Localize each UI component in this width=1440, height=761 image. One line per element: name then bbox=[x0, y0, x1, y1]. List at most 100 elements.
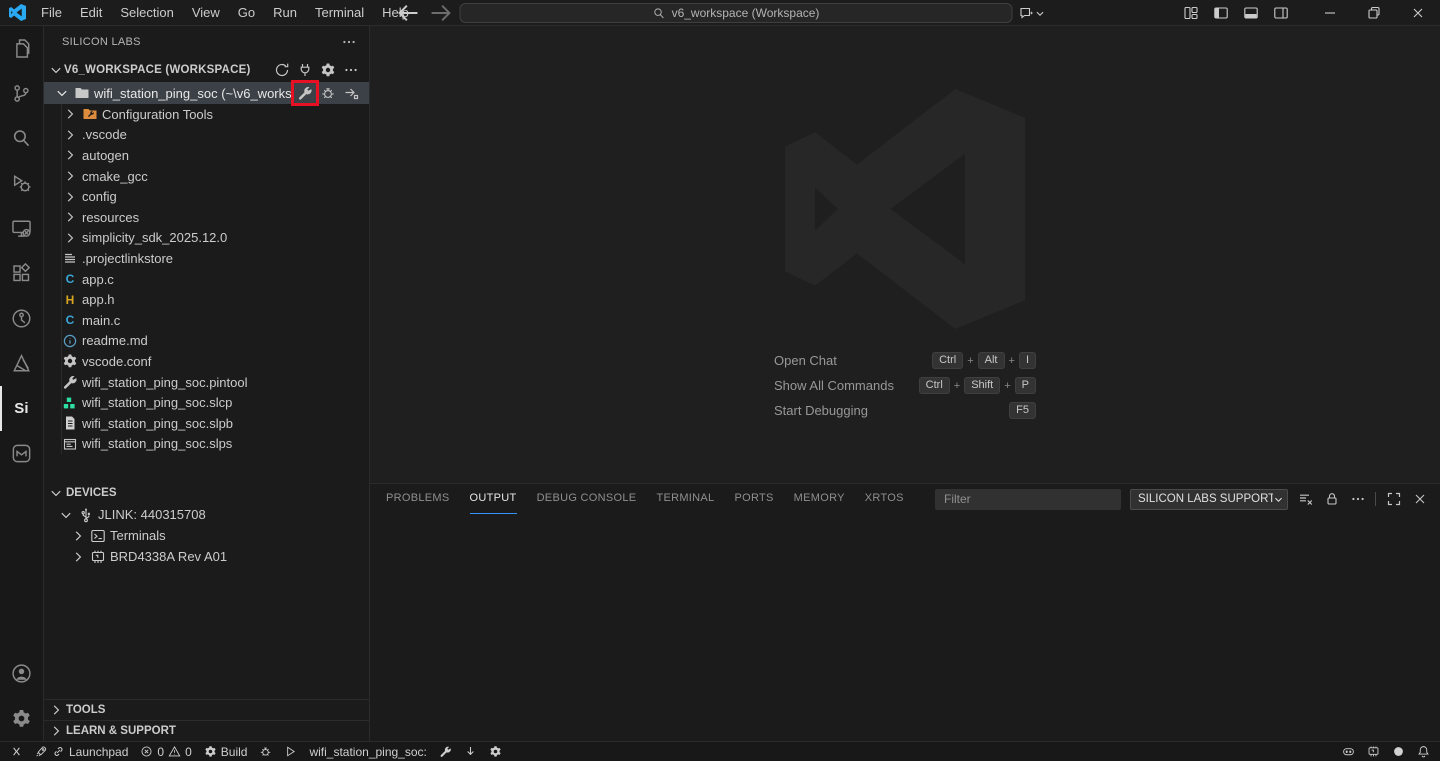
status-debug-settings[interactable] bbox=[483, 742, 508, 761]
device-item[interactable]: JLINK: 440315708 bbox=[44, 504, 369, 525]
status-remote[interactable] bbox=[4, 742, 29, 761]
status-launchpad[interactable]: Launchpad bbox=[29, 742, 134, 761]
tree-item[interactable]: wifi_station_ping_soc.slps bbox=[44, 434, 369, 455]
activity-measure-tools[interactable] bbox=[0, 341, 43, 386]
tree-item[interactable]: vscode.conf bbox=[44, 351, 369, 372]
activity-source-control[interactable] bbox=[0, 71, 43, 116]
status-notifications[interactable] bbox=[1411, 742, 1436, 761]
minimize-button[interactable] bbox=[1308, 0, 1352, 26]
activity-run-and-debug[interactable] bbox=[0, 161, 43, 206]
tree-item[interactable]: Cmain.c bbox=[44, 310, 369, 331]
status-copilot[interactable] bbox=[1336, 742, 1361, 761]
more-button[interactable] bbox=[343, 62, 359, 78]
activity-version-graph[interactable] bbox=[0, 296, 43, 341]
tree-item[interactable]: wifi_station_ping_soc.slpb bbox=[44, 413, 369, 434]
activity-remote-explorer[interactable] bbox=[0, 206, 43, 251]
restore-button[interactable] bbox=[1352, 0, 1396, 26]
forward-button[interactable] bbox=[428, 2, 454, 24]
tree-item[interactable]: cmake_gcc bbox=[44, 166, 369, 187]
vscode-window: FileEditSelectionViewGoRunTerminalHelp v… bbox=[0, 0, 1440, 761]
tree-item[interactable]: wifi_station_ping_soc.slcp bbox=[44, 392, 369, 413]
pin-tool-button[interactable] bbox=[297, 85, 313, 101]
tab-terminal[interactable]: TERMINAL bbox=[656, 484, 714, 514]
toggle-sidebar-button[interactable] bbox=[1208, 2, 1234, 24]
tab-debug-console[interactable]: DEBUG CONSOLE bbox=[537, 484, 637, 514]
tree-item[interactable]: .vscode bbox=[44, 125, 369, 146]
key-cap: F5 bbox=[1009, 402, 1036, 419]
settings-button[interactable] bbox=[320, 62, 336, 78]
tree-item[interactable]: Configuration Tools bbox=[44, 104, 369, 125]
tree-item[interactable]: Happ.h bbox=[44, 289, 369, 310]
status-active-project[interactable]: wifi_station_ping_soc: bbox=[303, 742, 432, 761]
menu-view[interactable]: View bbox=[183, 0, 229, 25]
tools-section-header[interactable]: TOOLS bbox=[44, 699, 369, 720]
more-icon[interactable] bbox=[341, 34, 357, 50]
devices-section-header[interactable]: DEVICES bbox=[44, 482, 369, 504]
flash-button[interactable] bbox=[343, 85, 359, 101]
tree-item[interactable]: resources bbox=[44, 207, 369, 228]
clear-output-button[interactable] bbox=[1297, 491, 1314, 508]
maximize-panel-button[interactable] bbox=[1385, 491, 1402, 508]
learn-section-header[interactable]: LEARN & SUPPORT bbox=[44, 720, 369, 741]
toggle-secondary-sidebar-button[interactable] bbox=[1268, 2, 1294, 24]
status-build[interactable]: Build bbox=[198, 742, 254, 761]
status-pintool[interactable] bbox=[433, 742, 458, 761]
activity-top: Si bbox=[0, 26, 43, 476]
menu-edit[interactable]: Edit bbox=[71, 0, 111, 25]
tree-item[interactable]: config bbox=[44, 186, 369, 207]
status-flash-download[interactable] bbox=[458, 742, 483, 761]
tab-problems[interactable]: PROBLEMS bbox=[386, 484, 450, 514]
refresh-button[interactable] bbox=[274, 62, 290, 78]
activity-manage[interactable] bbox=[0, 696, 43, 741]
tab-output[interactable]: OUTPUT bbox=[470, 484, 517, 514]
tab-memory[interactable]: MEMORY bbox=[794, 484, 845, 514]
chevron-right-icon bbox=[62, 168, 78, 184]
device-item[interactable]: BRD4338A Rev A01 bbox=[44, 546, 369, 567]
toggle-panel-button[interactable] bbox=[1238, 2, 1264, 24]
back-button[interactable] bbox=[396, 2, 422, 24]
menu-selection[interactable]: Selection bbox=[111, 0, 182, 25]
lock-scroll-button[interactable] bbox=[1323, 491, 1340, 508]
activity-silicon-labs[interactable]: Si bbox=[0, 386, 43, 431]
status-debug[interactable] bbox=[253, 742, 278, 761]
status-record-status[interactable] bbox=[1386, 742, 1411, 761]
output-content[interactable] bbox=[370, 514, 1440, 741]
activity-accounts[interactable] bbox=[0, 651, 43, 696]
menu-terminal[interactable]: Terminal bbox=[306, 0, 373, 25]
devices-tree: JLINK: 440315708TerminalsBRD4338A Rev A0… bbox=[44, 504, 369, 567]
learn-label: LEARN & SUPPORT bbox=[66, 725, 176, 737]
status-device[interactable] bbox=[1361, 742, 1386, 761]
status-run[interactable] bbox=[278, 742, 303, 761]
project-row[interactable]: wifi_station_ping_soc (~\v6_workspa... bbox=[44, 82, 369, 104]
status-problems[interactable]: 00 bbox=[134, 742, 197, 761]
customize-layout-button[interactable] bbox=[1178, 2, 1204, 24]
menu-file[interactable]: File bbox=[32, 0, 71, 25]
activity-explorer[interactable] bbox=[0, 26, 43, 71]
activity-search[interactable] bbox=[0, 116, 43, 161]
debug-button[interactable] bbox=[320, 85, 336, 101]
copilot-chat-button[interactable] bbox=[1019, 2, 1045, 24]
doc-window-icon bbox=[62, 436, 78, 452]
tab-ports[interactable]: PORTS bbox=[734, 484, 773, 514]
tree-item[interactable]: Capp.c bbox=[44, 269, 369, 290]
workspace-section-header[interactable]: V6_WORKSPACE (WORKSPACE) bbox=[44, 58, 369, 82]
device-item[interactable]: Terminals bbox=[44, 525, 369, 546]
wrench-icon bbox=[297, 85, 313, 101]
tree-item[interactable]: .projectlinkstore bbox=[44, 248, 369, 269]
output-channel-select[interactable]: SILICON LABS SUPPORT bbox=[1130, 489, 1288, 510]
tree-item[interactable]: simplicity_sdk_2025.12.0 bbox=[44, 228, 369, 249]
tree-item[interactable]: wifi_station_ping_soc.pintool bbox=[44, 372, 369, 393]
close-panel-button[interactable] bbox=[1411, 491, 1428, 508]
menu-run[interactable]: Run bbox=[264, 0, 306, 25]
tab-xrtos[interactable]: XRTOS bbox=[865, 484, 904, 514]
tree-item[interactable]: readme.md bbox=[44, 331, 369, 352]
close-button[interactable] bbox=[1396, 0, 1440, 26]
tree-item[interactable]: autogen bbox=[44, 145, 369, 166]
activity-extensions[interactable] bbox=[0, 251, 43, 296]
output-filter-input[interactable] bbox=[935, 489, 1121, 510]
menu-go[interactable]: Go bbox=[229, 0, 264, 25]
connect-button[interactable] bbox=[297, 62, 313, 78]
command-center[interactable]: v6_workspace (Workspace) bbox=[460, 3, 1013, 23]
activity-m-extension[interactable] bbox=[0, 431, 43, 476]
more-button[interactable] bbox=[1349, 491, 1366, 508]
